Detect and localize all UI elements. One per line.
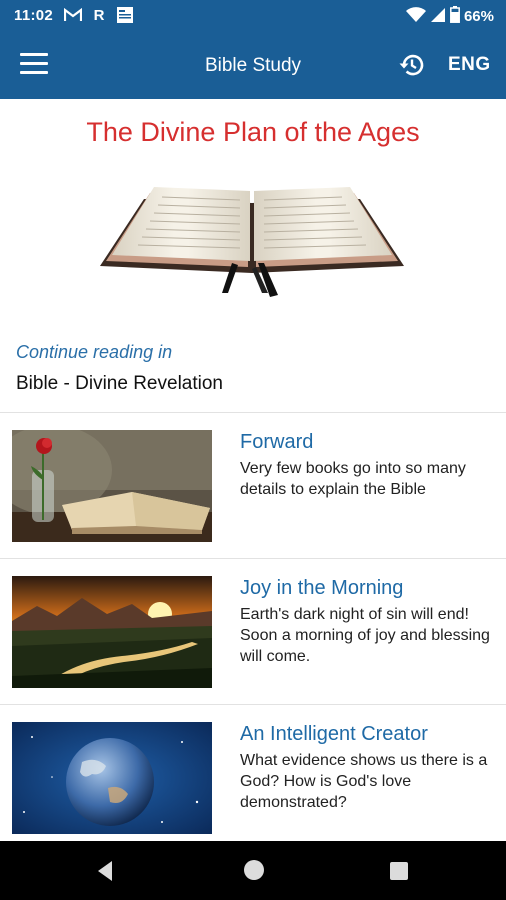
continue-reading-book[interactable]: Bible - Divine Revelation: [16, 373, 223, 395]
history-icon[interactable]: [398, 51, 426, 79]
list-item[interactable]: Joy in the Morning Earth's dark night of…: [0, 559, 506, 705]
navigation-bar: [0, 841, 506, 900]
joy-morning-thumbnail: [12, 576, 212, 688]
main-content: The Divine Plan of the Ages Continue rea…: [0, 99, 506, 841]
app-bar: Bible Study ENG: [0, 32, 506, 99]
item-title[interactable]: An Intelligent Creator: [240, 723, 428, 746]
item-title[interactable]: Joy in the Morning: [240, 577, 403, 600]
back-icon[interactable]: [94, 859, 116, 888]
news-icon: [116, 6, 134, 24]
forward-thumbnail: [12, 430, 212, 542]
list-item[interactable]: Forward Very few books go into so many d…: [0, 413, 506, 559]
recents-icon[interactable]: [389, 861, 409, 886]
app-title: Bible Study: [204, 55, 302, 76]
list-item[interactable]: An Intelligent Creator What evidence sho…: [0, 705, 506, 841]
item-description: Very few books go into so many details t…: [240, 460, 466, 498]
battery-level: 66%: [463, 8, 494, 25]
gmail-icon: [64, 6, 82, 24]
intelligent-creator-thumbnail: [12, 722, 212, 834]
language-button[interactable]: ENG: [448, 54, 491, 76]
status-time: 11:02: [14, 7, 54, 24]
continue-reading-label: Continue reading in: [16, 342, 173, 362]
signal-icon: [430, 7, 446, 27]
battery-icon: [450, 6, 460, 27]
book-title: The Divine Plan of the Ages: [86, 117, 420, 147]
home-icon[interactable]: [242, 858, 266, 887]
item-title[interactable]: Forward: [240, 431, 313, 454]
item-description: What evidence shows us there is a God? H…: [240, 752, 488, 811]
bible-image: [92, 181, 412, 301]
status-bar: 11:02 R 66%: [0, 0, 506, 32]
r-icon: R: [93, 6, 105, 24]
wifi-icon: [405, 6, 426, 27]
item-description: Earth's dark night of sin will end! Soon…: [240, 606, 490, 665]
